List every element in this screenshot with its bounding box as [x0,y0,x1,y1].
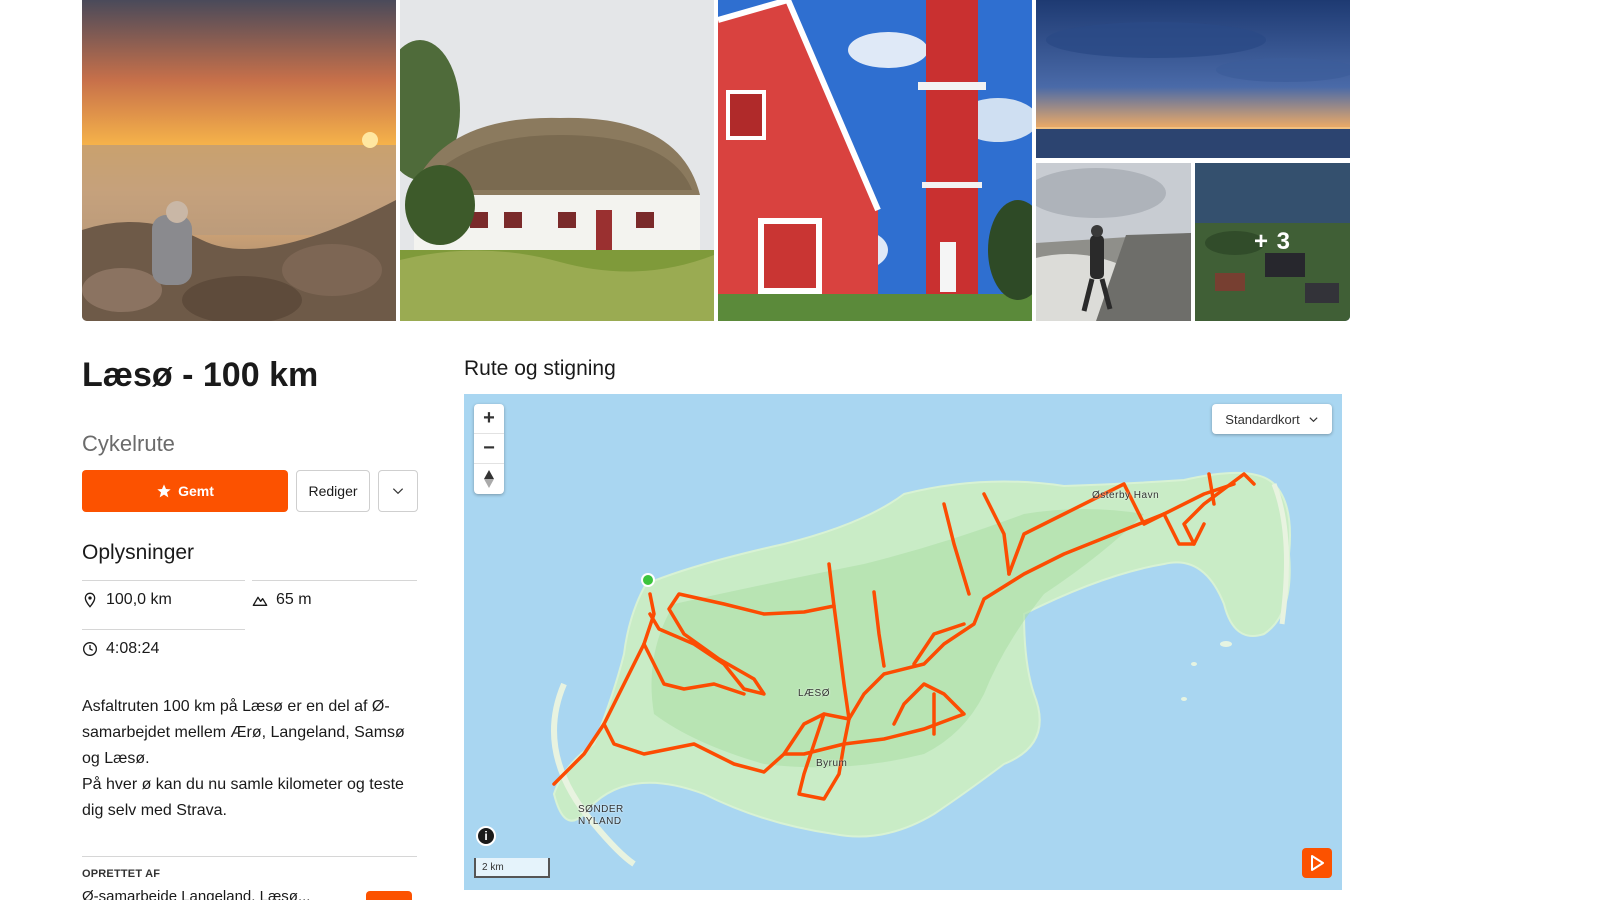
distance-value: 100,0 km [106,591,172,608]
photo-more-aerial[interactable]: + 3 [1195,163,1350,321]
map-label-byrum: Byrum [816,758,848,769]
map-heading: Rute og stigning [464,357,616,380]
time-value: 4:08:24 [106,640,160,657]
map-zoom-controls: + − [474,404,504,494]
route-start-marker [641,573,655,587]
map-scale-bar: 2 km [474,858,550,878]
route-description: Asfaltruten 100 km på Læsø er en del af … [82,694,417,824]
stat-time: 4:08:24 [82,640,159,658]
location-pin-icon [84,592,96,608]
description-paragraph: Asfaltruten 100 km på Læsø er en del af … [82,698,405,767]
play-icon [1311,855,1324,871]
chevron-down-icon [392,488,404,495]
map-info-icon[interactable]: i [476,826,496,846]
route-title: Læsø - 100 km [82,356,319,394]
follow-button[interactable] [366,891,412,900]
zoom-out-button[interactable]: − [474,434,504,464]
flyover-play-button[interactable] [1302,848,1332,878]
info-heading: Oplysninger [82,541,195,564]
more-photos-count: + 3 [1195,163,1350,321]
creator-divider [82,856,417,857]
map-type-select[interactable]: Standardkort [1212,404,1332,434]
map-label-sonder: SØNDER [578,804,624,815]
photo-person-walking[interactable] [1036,163,1191,321]
description-paragraph: På hver ø kan du nu samle kilometer og t… [82,776,404,819]
compass-button[interactable] [474,464,504,494]
clock-icon [83,642,97,656]
map-label-nyland: NYLAND [578,816,622,827]
star-icon [157,484,171,498]
compass-icon [484,470,494,488]
stat-distance: 100,0 km [82,591,172,609]
saved-button[interactable]: Gemt [82,470,288,512]
more-options-button[interactable] [378,470,418,512]
map-type-label: Standardkort [1225,411,1300,427]
photo-thatched-house[interactable] [400,0,714,321]
map-label-laeso: LÆSØ [798,688,831,699]
route-type: Cykelrute [82,431,175,456]
stat-elevation: 65 m [252,591,312,609]
chevron-down-icon [1309,416,1318,422]
photo-sunset-coast[interactable] [82,0,396,321]
route-map[interactable]: Østerby Havn LÆSØ Byrum SØNDER NYLAND + … [464,394,1342,890]
info-divider [252,580,417,581]
map-label-osterby: Østerby Havn [1092,490,1160,501]
saved-label: Gemt [178,483,214,499]
elevation-icon [252,596,268,606]
info-divider [82,629,245,630]
creator-name[interactable]: Ø-samarbejde Langeland, Læsø... [82,888,310,900]
photo-sea-dusk[interactable] [1036,0,1350,158]
photo-gallery: + 3 [82,0,1350,321]
action-buttons: Gemt Rediger [82,470,418,512]
zoom-in-button[interactable]: + [474,404,504,434]
photo-red-lighthouse[interactable] [718,0,1032,321]
elevation-value: 65 m [276,591,312,608]
created-by-label: OPRETTET AF [82,868,161,880]
edit-button[interactable]: Rediger [296,470,370,512]
info-divider [82,580,245,581]
